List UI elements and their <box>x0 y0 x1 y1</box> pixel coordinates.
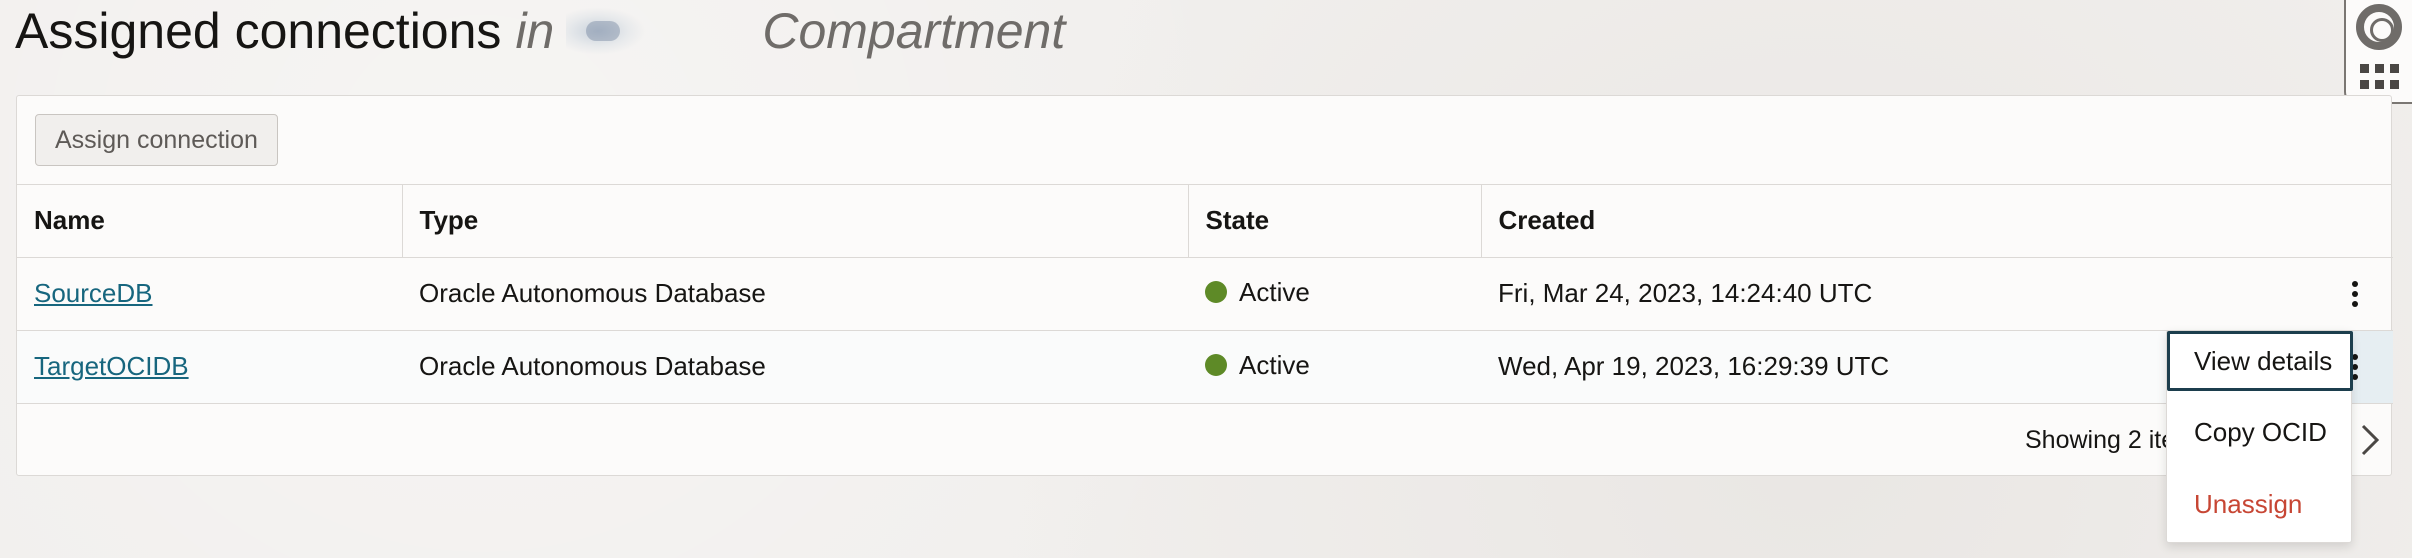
page-title-text: Assigned connections <box>15 3 502 59</box>
cell-type: Oracle Autonomous Database <box>402 257 1188 331</box>
status-text: Active <box>1239 276 1310 307</box>
status-badge: Active <box>1205 350 1310 381</box>
status-badge: Active <box>1205 277 1310 308</box>
active-status-dot-icon <box>1205 281 1227 304</box>
column-header-state[interactable]: State <box>1188 185 1482 258</box>
cell-state: Active <box>1188 330 1481 404</box>
column-header-created[interactable]: Created <box>1481 185 2394 258</box>
column-header-type[interactable]: Type <box>402 185 1189 258</box>
row-actions-menu: View details Copy OCID Unassign <box>2166 330 2353 543</box>
page-title: Assigned connections in Compartment <box>15 0 1065 62</box>
toolbar: Assign connection <box>17 96 2391 185</box>
active-status-dot-icon <box>1205 354 1227 377</box>
menu-item-copy-ocid[interactable]: Copy OCID <box>2167 399 2353 465</box>
menu-item-view-details[interactable]: View details <box>2167 331 2353 391</box>
apps-grid-icon[interactable] <box>2360 64 2400 90</box>
help-apps-widget <box>2344 0 2412 104</box>
page-title-compartment: Compartment <box>762 3 1066 59</box>
table-header-row: Name Type State Created <box>17 185 2394 258</box>
cell-name: TargetOCIDB <box>17 330 402 404</box>
table-row: SourceDB Oracle Autonomous Database Acti… <box>17 257 2394 331</box>
status-text: Active <box>1239 349 1310 380</box>
connections-table: Name Type State Created SourceDB Oracle … <box>17 185 2394 404</box>
lifebuoy-icon[interactable] <box>2356 4 2402 50</box>
column-header-name[interactable]: Name <box>17 185 403 258</box>
menu-item-unassign[interactable]: Unassign <box>2167 471 2353 537</box>
cell-actions <box>2317 257 2394 331</box>
chevron-right-icon[interactable] <box>2355 422 2385 458</box>
cell-name: SourceDB <box>17 257 402 331</box>
table-footer: Showing 2 items <box>17 404 2391 476</box>
cell-type: Oracle Autonomous Database <box>402 330 1188 404</box>
page-title-in: in <box>515 3 555 59</box>
cell-state: Active <box>1188 257 1481 331</box>
connections-panel: Assign connection Name Type State Create… <box>16 95 2394 476</box>
cell-created: Fri, Mar 24, 2023, 14:24:40 UTC <box>1481 257 2317 331</box>
redacted-compartment-name <box>566 7 647 55</box>
connection-link[interactable]: SourceDB <box>34 278 153 308</box>
assign-connection-button[interactable]: Assign connection <box>35 114 278 166</box>
row-actions-kebab-icon[interactable] <box>2334 258 2376 330</box>
connection-link[interactable]: TargetOCIDB <box>34 351 189 381</box>
table-row: TargetOCIDB Oracle Autonomous Database A… <box>17 330 2394 404</box>
